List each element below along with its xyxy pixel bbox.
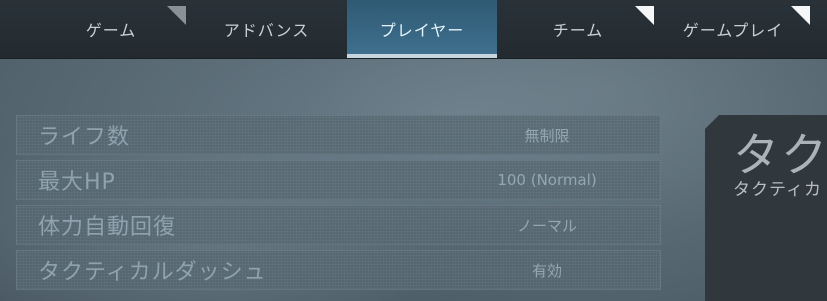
tab-game[interactable]: ゲーム — [36, 0, 186, 58]
setting-value: 無制限 — [524, 126, 570, 145]
tab-label: ゲームプレイ — [682, 21, 784, 40]
setting-row-max-hp[interactable]: 最大HP 100 (Normal) — [16, 160, 661, 200]
tab-label: アドバンス — [223, 21, 310, 40]
tab-label: プレイヤー — [379, 21, 465, 40]
tab-player[interactable]: プレイヤー — [347, 0, 497, 58]
corner-marker-icon — [791, 6, 810, 25]
setting-label: 体力自動回復 — [38, 215, 177, 240]
setting-value: 100 (Normal) — [497, 171, 597, 189]
setting-row-health-regen[interactable]: 体力自動回復 ノーマル — [16, 205, 661, 245]
corner-marker-icon — [167, 6, 186, 25]
detail-subtitle: タクティカ — [733, 180, 822, 200]
setting-row-tactical-sprint[interactable]: タクティカルダッシュ 有効 — [16, 250, 661, 290]
setting-value: ノーマル — [516, 216, 577, 235]
tab-advanced[interactable]: アドバンス — [186, 0, 347, 58]
tab-bar: ゲーム アドバンス プレイヤー チーム ゲームプレイ — [0, 0, 827, 59]
setting-value: 有効 — [531, 261, 562, 280]
tab-label: チーム — [552, 21, 604, 40]
setting-label: タクティカルダッシュ — [38, 260, 267, 285]
tab-gameplay[interactable]: ゲームプレイ — [656, 0, 810, 58]
detail-panel: タク タクティカ — [705, 115, 827, 301]
corner-marker-icon — [635, 6, 654, 25]
tab-label: ゲーム — [85, 21, 137, 40]
setting-label: 最大HP — [38, 170, 116, 195]
setting-label: ライフ数 — [38, 125, 131, 150]
tab-team[interactable]: チーム — [502, 0, 654, 58]
setting-row-lives[interactable]: ライフ数 無制限 — [16, 115, 661, 155]
